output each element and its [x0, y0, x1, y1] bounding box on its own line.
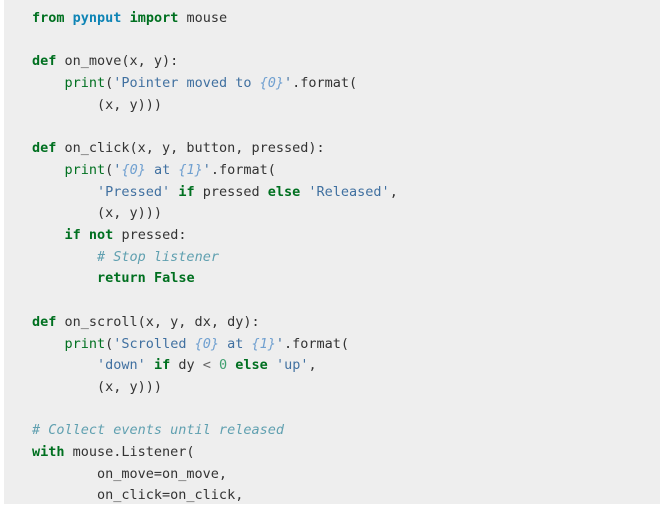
code-token: on_move(x, y): — [56, 53, 179, 70]
code-line: on_move=on_move, — [32, 466, 227, 482]
code-block[interactable]: from pynput import mouse def on_move(x, … — [4, 0, 660, 504]
code-token: # Collect events until released — [32, 422, 284, 439]
code-token: print — [64, 161, 106, 178]
code-token: 'Pointer moved to — [113, 75, 260, 92]
code-token: , — [389, 183, 398, 200]
code-token: {0} — [194, 335, 219, 352]
code-token: 'Pressed' — [97, 183, 171, 200]
code-token: if — [178, 183, 195, 200]
code-line: (x, y))) — [32, 379, 162, 395]
code-token: (x, y))) — [32, 205, 163, 222]
code-token: 'Released' — [308, 183, 390, 200]
code-line: with mouse.Listener( — [32, 444, 195, 460]
code-token: pynput — [72, 10, 122, 26]
code-token: on_click=on_click, — [32, 487, 244, 504]
code-token: on_move=on_move, — [32, 465, 228, 482]
code-token: {1} — [251, 335, 276, 352]
code-token: # Stop listener — [97, 248, 219, 265]
code-token: if — [153, 357, 171, 374]
code-line: def on_click(x, y, button, pressed): — [32, 140, 325, 156]
code-line: (x, y))) — [32, 97, 162, 113]
code-token: print — [64, 75, 106, 92]
code-token: pressed: — [113, 227, 187, 244]
code-token: < — [202, 357, 211, 374]
code-token: ' — [202, 161, 211, 178]
code-line: def on_move(x, y): — [32, 53, 178, 69]
code-token: mouse.Listener( — [64, 444, 195, 461]
code-token: def — [32, 313, 57, 330]
code-line: print('{0} at {1}'.format( — [32, 162, 276, 178]
code-line: return False — [32, 270, 195, 286]
code-token: 'up' — [275, 357, 309, 374]
code-token: not — [88, 227, 114, 244]
code-line: on_click=on_click, — [32, 487, 243, 503]
code-token: ' — [284, 75, 293, 92]
code-token: dy — [170, 357, 203, 374]
code-token: def — [32, 53, 57, 70]
code-token: if — [64, 227, 81, 244]
code-token: with — [32, 444, 65, 461]
code-line: # Collect events until released — [32, 422, 284, 438]
code-token: from — [32, 10, 65, 26]
code-token: on_click(x, y, button, pressed): — [56, 140, 325, 157]
code-token: def — [32, 140, 57, 157]
code-token: 'down' — [97, 357, 146, 374]
code-token: return — [97, 270, 146, 287]
code-token: at — [145, 161, 179, 178]
code-token: mouse — [178, 10, 228, 26]
code-token: 'Scrolled — [113, 335, 195, 352]
code-token: ' — [275, 335, 285, 352]
code-content[interactable]: from pynput import mouse def on_move(x, … — [32, 8, 660, 504]
code-token: at — [218, 335, 252, 352]
code-line: (x, y))) — [32, 205, 162, 221]
code-line: 'down' if dy < 0 else 'up', — [32, 357, 317, 373]
code-token: else — [267, 183, 301, 200]
code-line: 'Pressed' if pressed else 'Released', — [32, 184, 398, 200]
code-token: (x, y))) — [32, 378, 163, 395]
code-token: on_scroll(x, y, dx, dy): — [56, 313, 260, 330]
code-token: pressed — [194, 183, 268, 200]
code-token: False — [153, 270, 195, 287]
code-line: print('Pointer moved to {0}'.format( — [32, 75, 358, 92]
code-token: {0} — [259, 75, 284, 92]
code-token: import — [129, 10, 179, 26]
code-token: .format( — [292, 75, 358, 92]
code-token: (x, y))) — [32, 96, 163, 113]
code-line: def on_scroll(x, y, dx, dy): — [32, 314, 260, 330]
code-token: , — [308, 357, 317, 374]
code-line: if not pressed: — [32, 227, 187, 244]
code-token: .format( — [210, 161, 276, 178]
code-token: print — [64, 335, 106, 352]
code-token: else — [235, 357, 268, 374]
code-line: # Stop listener — [32, 249, 219, 265]
code-line: from pynput import mouse — [32, 10, 227, 26]
code-token: {0} — [121, 161, 146, 178]
code-token: .format( — [284, 335, 350, 352]
code-token: {1} — [178, 161, 203, 178]
code-token: 0 — [219, 357, 228, 374]
code-line: print('Scrolled {0} at {1}'.format( — [32, 335, 350, 352]
